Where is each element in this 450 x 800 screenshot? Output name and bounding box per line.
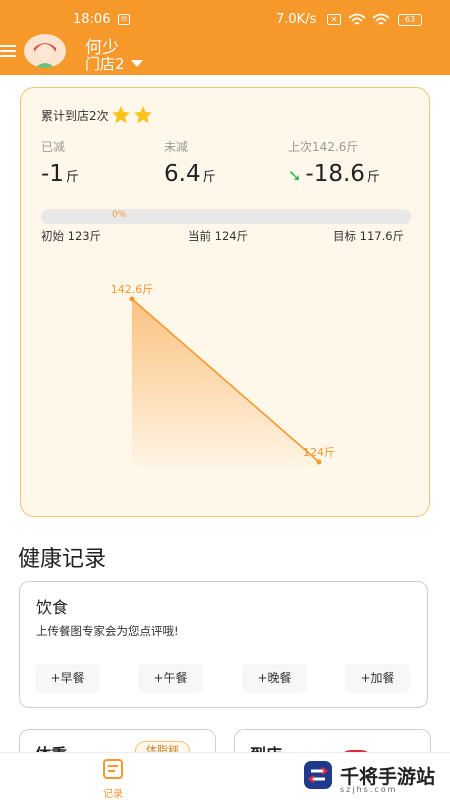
stat-unit: 斤 — [65, 170, 79, 185]
stat-label: 上次142.6斤 — [288, 140, 359, 154]
add-dinner-button[interactable]: +晚餐 — [242, 664, 307, 693]
app-header: 18:06 ✉ 7.0K/s ✕ 63 何少 门店2 — [0, 0, 450, 75]
chart-point — [129, 296, 135, 302]
battery-icon: 63 — [398, 14, 422, 26]
tab-record[interactable]: 记录 — [95, 758, 131, 800]
add-lunch-button[interactable]: +午餐 — [138, 664, 203, 693]
weight-chart: 142.6斤 124斤 — [111, 283, 335, 468]
stat-label: 已减 — [41, 140, 66, 154]
stat-last-change: 上次142.6斤 ➘ -18.6 斤 — [288, 138, 380, 187]
stat-value: -1 — [41, 161, 64, 187]
status-bar: 18:06 ✉ 7.0K/s ✕ 63 — [0, 10, 450, 30]
stat-lost: 已减 -1 斤 — [41, 138, 79, 187]
chart-point-label: 142.6斤 — [111, 283, 154, 296]
progress-bar: 0% — [41, 209, 411, 224]
progress-target: 目标 117.6斤 — [333, 229, 405, 243]
progress-percent: 0% — [112, 210, 127, 220]
store-selector[interactable]: 门店2 — [85, 53, 143, 74]
add-breakfast-button[interactable]: +早餐 — [35, 664, 100, 693]
diet-card: 饮食 上传餐图专家会为您点评哦! +早餐 +午餐 +晚餐 +加餐 — [19, 581, 428, 708]
chart-point-label: 124斤 — [303, 446, 335, 459]
diet-title: 饮食 — [36, 598, 69, 617]
visit-count-label: 累计到店2次 — [41, 108, 109, 123]
menu-icon[interactable] — [0, 45, 16, 59]
document-icon — [103, 759, 123, 779]
wifi-icon — [372, 13, 390, 25]
store-label: 门店2 — [85, 55, 125, 73]
diet-description: 上传餐图专家会为您点评哦! — [36, 624, 179, 638]
tab-record-label: 记录 — [103, 789, 123, 800]
stat-value: 6.4 — [164, 161, 201, 187]
watermark-logo-icon — [304, 761, 332, 789]
watermark-subtitle: szjhs.com — [340, 785, 398, 794]
sim-icon: ✕ — [327, 14, 341, 25]
chart-point — [316, 459, 322, 465]
add-snack-button[interactable]: +加餐 — [345, 664, 410, 693]
stat-unit: 斤 — [202, 170, 216, 185]
stat-unit: 斤 — [366, 170, 380, 185]
visit-count: 累计到店2次 — [41, 105, 153, 125]
arrow-down-icon: ➘ — [288, 166, 302, 185]
star-icon — [111, 106, 130, 124]
avatar[interactable] — [24, 34, 66, 68]
section-title: 健康记录 — [18, 547, 107, 572]
signal-icon — [348, 13, 366, 25]
progress-current: 当前 124斤 — [188, 229, 249, 243]
progress-start: 初始 123斤 — [41, 229, 102, 243]
stat-label: 未减 — [164, 140, 189, 154]
notification-icon: ✉ — [118, 14, 130, 25]
bottom-tab-bar: 记录 千将手游站 szjhs.com — [0, 752, 450, 800]
star-icon — [133, 106, 152, 124]
watermark: 千将手游站 szjhs.com — [302, 759, 435, 794]
stat-remaining: 未减 6.4 斤 — [164, 138, 216, 187]
status-time: 18:06 — [73, 12, 111, 27]
network-speed: 7.0K/s — [276, 12, 317, 27]
weight-summary-card: 累计到店2次 已减 -1 斤 未减 6.4 斤 上次142.6斤 ➘ -18.6 斤 0… — [20, 87, 430, 517]
stat-value: -18.6 — [305, 161, 365, 187]
chevron-down-icon — [130, 60, 143, 67]
